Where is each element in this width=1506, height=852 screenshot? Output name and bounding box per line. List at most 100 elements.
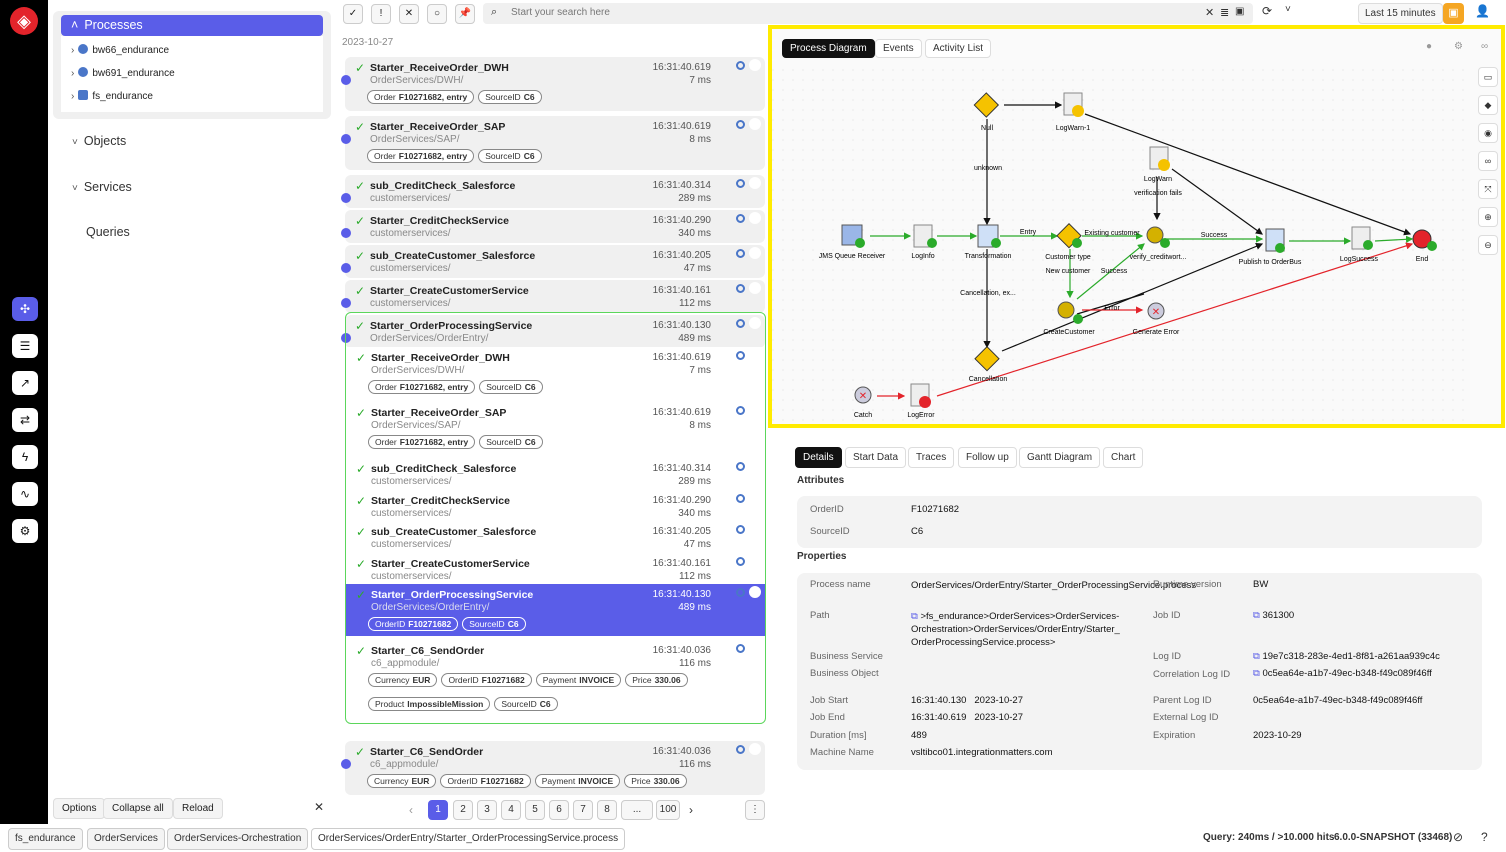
- pulse-icon[interactable]: ∿: [12, 482, 38, 506]
- breadcrumb-2[interactable]: OrderServices: [87, 828, 165, 850]
- help-icon[interactable]: ?: [1481, 830, 1488, 844]
- chip[interactable]: Currency EUR: [368, 673, 438, 687]
- list-item[interactable]: Starter_OrderProcessingService OrderServi…: [346, 584, 765, 636]
- tab-gantt[interactable]: Gantt Diagram: [1019, 447, 1101, 468]
- swap-icon[interactable]: ⇄: [12, 408, 38, 432]
- chip[interactable]: Payment INVOICE: [534, 774, 621, 788]
- list-item[interactable]: Starter_CreditCheckService customerservic…: [341, 210, 765, 243]
- time-range-select[interactable]: Last 15 minutes: [1358, 3, 1443, 24]
- warning-button[interactable]: !: [371, 4, 391, 24]
- tree-item-bw691[interactable]: › bw691_endurance: [71, 67, 175, 79]
- status-indicator-icon[interactable]: [736, 284, 745, 293]
- chip[interactable]: OrderID F10271682: [441, 673, 532, 687]
- tree-item-fs[interactable]: › fs_endurance: [71, 90, 153, 102]
- path-value[interactable]: ⧉ >fs_endurance>OrderServices>OrderServi…: [911, 610, 1126, 649]
- list-item[interactable]: Starter_ReceiveOrder_DWH OrderServices/DW…: [346, 347, 765, 399]
- refresh-icon[interactable]: ⟳: [1262, 4, 1272, 18]
- list-item[interactable]: Starter_CreditCheckService customerservic…: [346, 490, 765, 520]
- page-7[interactable]: 7: [573, 800, 593, 820]
- page-4[interactable]: 4: [501, 800, 521, 820]
- page-6[interactable]: 6: [549, 800, 569, 820]
- prev-page-icon[interactable]: ‹: [409, 803, 413, 817]
- notification-icon[interactable]: ▣: [1443, 3, 1464, 24]
- options-button[interactable]: Options: [53, 798, 106, 819]
- search-input[interactable]: Start your search here: [511, 7, 610, 18]
- chip[interactable]: SourceID C6: [479, 380, 543, 394]
- chip[interactable]: SourceID C6: [462, 617, 526, 631]
- toggle[interactable]: [749, 555, 761, 567]
- status-indicator-icon[interactable]: [736, 406, 745, 415]
- toggle[interactable]: [749, 247, 761, 259]
- list-icon[interactable]: ☰: [12, 334, 38, 358]
- list-item[interactable]: Starter_ReceiveOrder_DWH OrderServices/DW…: [341, 57, 765, 111]
- page-1[interactable]: 1: [428, 800, 448, 820]
- list-icon[interactable]: ≣: [1220, 6, 1229, 19]
- toggle[interactable]: [749, 404, 761, 416]
- chip[interactable]: OrderID F10271682: [440, 774, 531, 788]
- chip[interactable]: SourceID C6: [478, 149, 542, 163]
- status-indicator-icon[interactable]: [736, 120, 745, 129]
- bolt-icon[interactable]: ϟ: [12, 445, 38, 469]
- tab-chart[interactable]: Chart: [1103, 447, 1144, 468]
- status-indicator-icon[interactable]: [736, 214, 745, 223]
- log-id-value[interactable]: ⧉ 19e7c318-283e-4ed1-8f81-a261aa939c4c: [1253, 651, 1440, 662]
- chip[interactable]: Order F10271682, entry: [368, 380, 476, 394]
- page-8[interactable]: 8: [597, 800, 617, 820]
- list-item[interactable]: Starter_C6_SendOrder c6_appmodule/16:31:4…: [346, 640, 765, 716]
- chip[interactable]: Payment INVOICE: [535, 673, 622, 687]
- pin-button[interactable]: 📌: [455, 4, 475, 24]
- status-indicator-icon[interactable]: [736, 745, 745, 754]
- toggle[interactable]: [749, 586, 761, 598]
- chip[interactable]: SourceID C6: [494, 697, 558, 711]
- tree-item-bw66[interactable]: › bw66_endurance: [71, 44, 169, 56]
- processes-header[interactable]: ˄ Processes: [61, 15, 323, 36]
- next-page-icon[interactable]: ›: [689, 803, 693, 817]
- list-item[interactable]: Starter_CreateCustomerService customerser…: [346, 553, 765, 583]
- toggle[interactable]: [749, 118, 761, 130]
- status-indicator-icon[interactable]: [736, 351, 745, 360]
- chip[interactable]: Order F10271682, entry: [368, 435, 476, 449]
- tab-follow-up[interactable]: Follow up: [958, 447, 1017, 468]
- status-indicator-icon[interactable]: [736, 179, 745, 188]
- toggle[interactable]: [749, 743, 761, 755]
- job-id-value[interactable]: ⧉ 361300: [1253, 610, 1294, 621]
- collapse-all-button[interactable]: Collapse all: [103, 798, 173, 819]
- link-icon[interactable]: [341, 134, 351, 144]
- toggle[interactable]: [749, 59, 761, 71]
- list-item[interactable]: Starter_ReceiveOrder_SAP OrderServices/SA…: [341, 116, 765, 170]
- chip[interactable]: Order F10271682, entry: [367, 149, 475, 163]
- section-queries[interactable]: Queries: [86, 225, 130, 239]
- page-3[interactable]: 3: [477, 800, 497, 820]
- page-10[interactable]: 100: [656, 800, 680, 820]
- toggle[interactable]: [749, 460, 761, 472]
- chip[interactable]: Currency EUR: [367, 774, 437, 788]
- tab-details[interactable]: Details: [795, 447, 842, 468]
- more-icon[interactable]: ⋮: [745, 800, 765, 820]
- breadcrumb-3[interactable]: OrderServices-Orchestration: [167, 828, 309, 850]
- clear-icon[interactable]: ✕: [1205, 6, 1214, 19]
- toggle[interactable]: [749, 642, 761, 654]
- status-indicator-icon[interactable]: [736, 462, 745, 471]
- chip[interactable]: OrderID F10271682: [368, 617, 459, 631]
- link-icon[interactable]: ⊘: [1453, 830, 1463, 844]
- list-item[interactable]: sub_CreateCustomer_Salesforce customerser…: [341, 245, 765, 278]
- toggle[interactable]: [749, 523, 761, 535]
- link-icon[interactable]: [341, 75, 351, 85]
- chip[interactable]: Product ImpossibleMission: [368, 697, 491, 711]
- gear-icon[interactable]: ⚙: [12, 519, 38, 543]
- list-item[interactable]: Starter_CreateCustomerService customerser…: [341, 280, 765, 313]
- list-item[interactable]: Starter_C6_SendOrder c6_appmodule/16:31:4…: [341, 741, 765, 795]
- user-icon[interactable]: 👤: [1475, 4, 1490, 18]
- error-button[interactable]: ✕: [399, 4, 419, 24]
- reload-button[interactable]: Reload: [173, 798, 223, 819]
- list-item[interactable]: sub_CreateCustomer_Salesforce customerser…: [346, 521, 765, 551]
- chip[interactable]: Order F10271682, entry: [367, 90, 475, 104]
- status-indicator-icon[interactable]: [736, 557, 745, 566]
- breadcrumb-1[interactable]: fs_endurance: [8, 828, 83, 850]
- status-indicator-icon[interactable]: [736, 61, 745, 70]
- toggle[interactable]: [749, 282, 761, 294]
- toggle[interactable]: [749, 177, 761, 189]
- status-indicator-icon[interactable]: [736, 249, 745, 258]
- chip[interactable]: SourceID C6: [478, 90, 542, 104]
- chevron-down-icon[interactable]: ˅: [1285, 4, 1291, 15]
